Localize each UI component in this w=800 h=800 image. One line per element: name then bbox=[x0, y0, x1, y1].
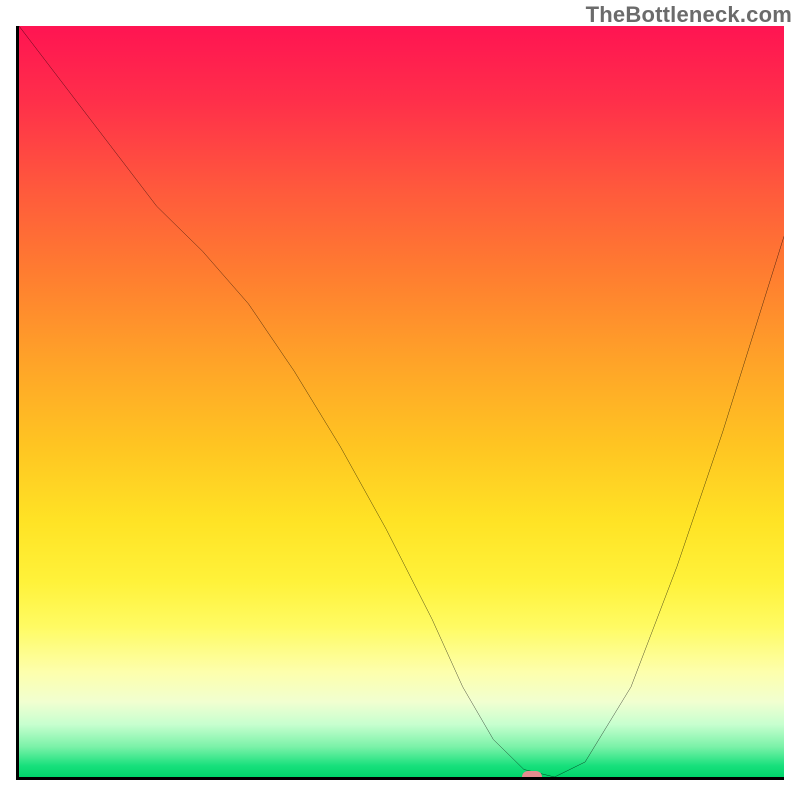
optimal-point-marker bbox=[522, 771, 542, 780]
watermark-text: TheBottleneck.com bbox=[586, 2, 792, 28]
plot-area bbox=[16, 26, 784, 780]
curve-svg bbox=[19, 26, 784, 777]
chart-container: TheBottleneck.com bbox=[0, 0, 800, 800]
bottleneck-curve-path bbox=[19, 26, 784, 777]
